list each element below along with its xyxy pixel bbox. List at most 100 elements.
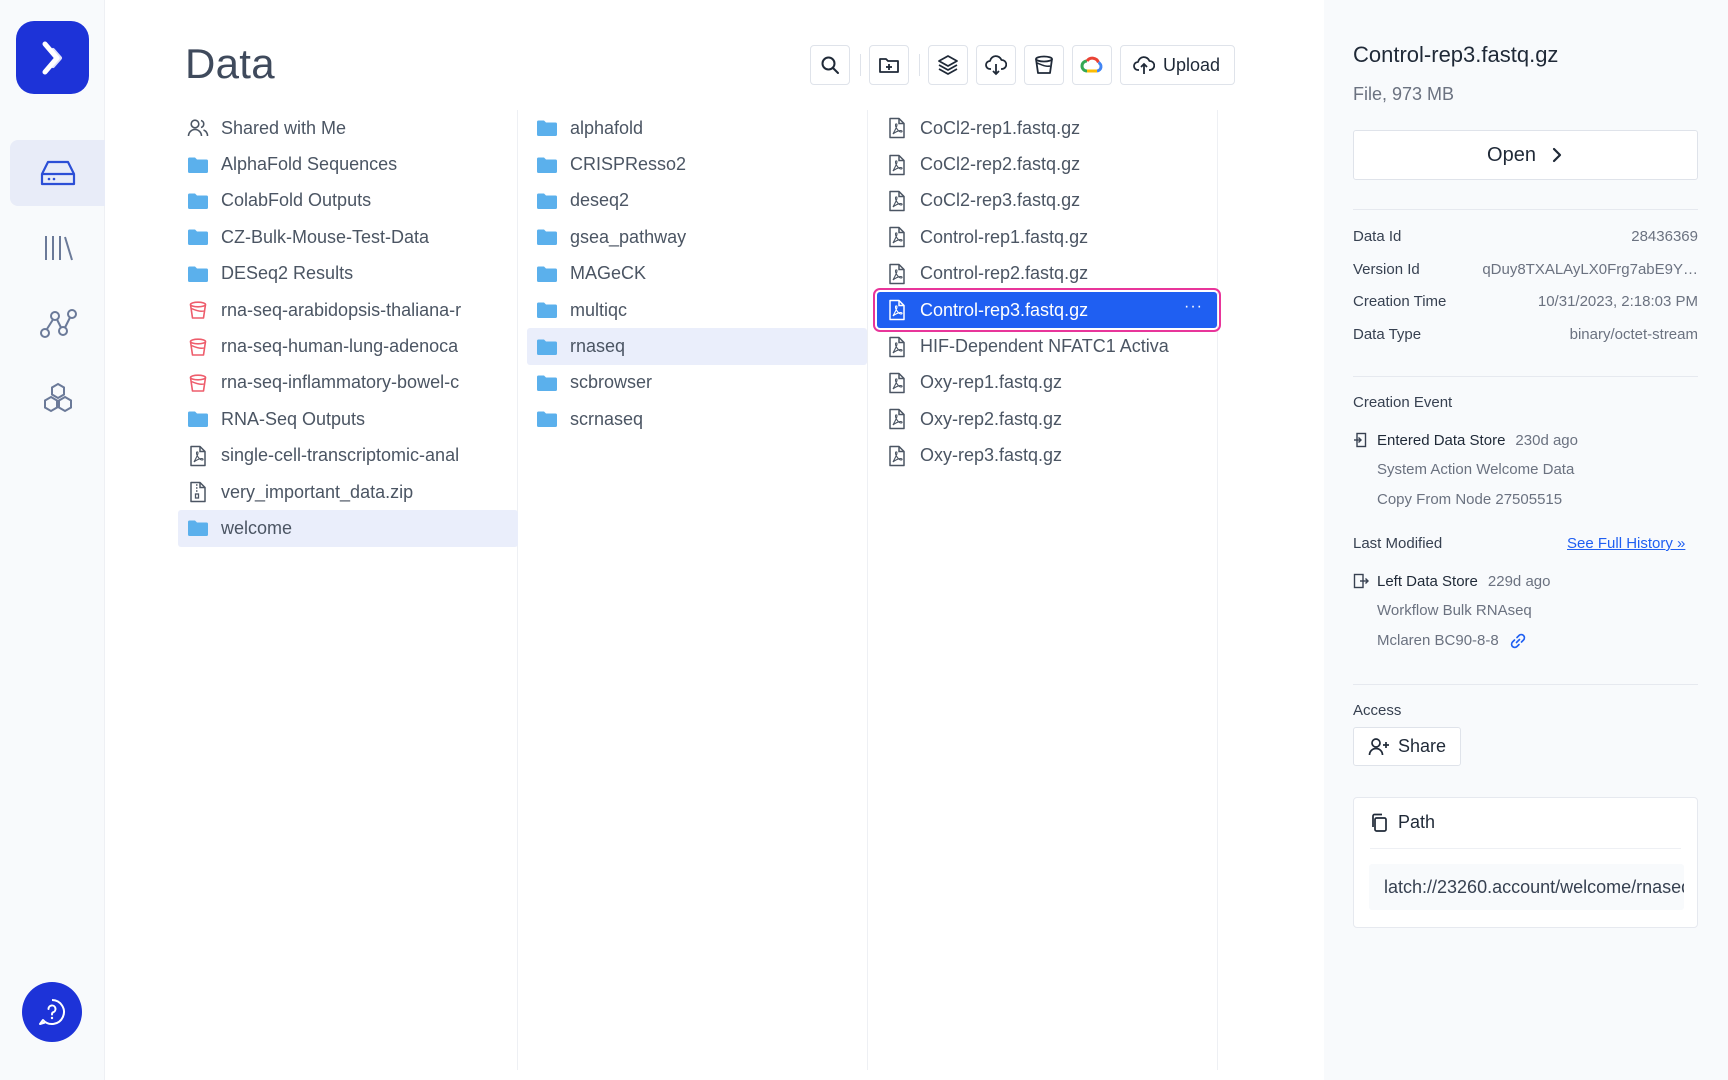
browser-row[interactable]: single-cell-transcriptomic-anal (178, 438, 518, 474)
divider (1370, 848, 1681, 849)
browser-row[interactable]: HIF-Dependent NFATC1 Activa (877, 328, 1217, 364)
browser-row[interactable]: Control-rep2.fastq.gz (877, 256, 1217, 292)
see-full-history-link[interactable]: See Full History » (1567, 535, 1685, 552)
detail-value: binary/octet-stream (1569, 326, 1698, 343)
browser-row[interactable]: ColabFold Outputs (178, 183, 518, 219)
browser-row[interactable]: scbrowser (527, 365, 867, 401)
open-label: Open (1487, 143, 1536, 166)
share-label: Share (1398, 736, 1447, 756)
browser-row[interactable]: rnaseq (527, 328, 867, 365)
open-button[interactable]: Open (1353, 130, 1698, 180)
last-modified-heading: Last Modified (1353, 535, 1443, 552)
browser-row[interactable]: AlphaFold Sequences (178, 146, 518, 182)
browser-row[interactable]: multiqc (527, 292, 867, 328)
detail-creation-time: Creation Time 10/31/2023, 2:18:03 PM (1353, 293, 1698, 310)
browser-row-label: Control-rep3.fastq.gz (920, 299, 1089, 320)
search-icon (821, 56, 839, 74)
folder-icon (187, 226, 209, 248)
drive-icon (40, 160, 75, 186)
search-button[interactable] (810, 45, 850, 85)
browser-row[interactable]: Oxy-rep3.fastq.gz (877, 438, 1217, 474)
new-folder-icon (879, 58, 899, 73)
upload-button[interactable]: Upload (1120, 45, 1236, 85)
browser-row[interactable]: RNA-Seq Outputs (178, 401, 518, 437)
cloud-download-button[interactable] (976, 45, 1016, 85)
bucket-button[interactable] (1024, 45, 1064, 85)
path-field[interactable]: latch://23260.account/welcome/rnaseq/Con… (1369, 864, 1684, 910)
browser-row-label: CoCl2-rep2.fastq.gz (920, 154, 1081, 175)
browser-row[interactable]: deseq2 (527, 183, 867, 219)
browser-row[interactable]: CoCl2-rep1.fastq.gz (877, 110, 1217, 146)
detail-key: Creation Time (1353, 293, 1447, 310)
new-folder-button[interactable] (869, 45, 909, 85)
last-modified-title: Left Data Store (1377, 572, 1478, 590)
browser-row[interactable]: Shared with Me (178, 110, 518, 146)
nav-library[interactable] (10, 215, 105, 281)
google-cloud-button[interactable] (1072, 45, 1112, 85)
nav-workflows[interactable] (10, 290, 105, 356)
browser-row[interactable]: rna-seq-arabidopsis-thaliana-r (178, 292, 518, 328)
folder-icon (536, 117, 558, 139)
browser-row[interactable]: Oxy-rep1.fastq.gz (877, 365, 1217, 401)
layers-button[interactable] (928, 45, 968, 85)
details-panel: Control-rep3.fastq.gz File, 973 MB Open … (1324, 0, 1728, 1080)
browser-row-label: DESeq2 Results (221, 263, 354, 284)
browser-row[interactable]: scrnaseq (527, 401, 867, 437)
detail-data-id: Data Id 28436369 (1353, 228, 1698, 245)
browser-row-label: rnaseq (570, 336, 626, 357)
folder-icon (187, 408, 209, 430)
browser-row-label: Oxy-rep2.fastq.gz (920, 408, 1063, 429)
share-button[interactable]: Share (1353, 727, 1462, 766)
browser-row[interactable]: very_important_data.zip (178, 474, 518, 510)
archive-file-icon (886, 117, 908, 139)
logo-mark-icon (42, 41, 62, 74)
browser-row[interactable]: DESeq2 Results (178, 256, 518, 292)
nav-rail (0, 0, 105, 1080)
browser-row[interactable]: Oxy-rep2.fastq.gz (877, 401, 1217, 437)
browser-row-label: rna-seq-human-lung-adenoca (221, 336, 459, 357)
detail-key: Data Id (1353, 228, 1402, 245)
link-icon[interactable] (1509, 632, 1527, 650)
last-modified-ago: 229d ago (1487, 572, 1551, 590)
browser-row[interactable]: gsea_pathway (527, 219, 867, 255)
copy-icon[interactable] (1370, 813, 1388, 833)
browser-row[interactable]: welcome (178, 510, 518, 547)
browser-row-label: CoCl2-rep1.fastq.gz (920, 117, 1081, 138)
last-modified-node: Mclaren BC90-8-8 (1377, 632, 1499, 649)
browser-row[interactable]: Control-rep3.fastq.gz ··· (873, 287, 1221, 333)
browser-row-label: alphafold (570, 117, 644, 138)
latch-logo[interactable] (16, 21, 89, 94)
browser-row[interactable]: MAGeCK (527, 256, 867, 292)
browser-row[interactable]: CoCl2-rep2.fastq.gz (877, 146, 1217, 182)
browser-row[interactable]: CRISPResso2 (527, 146, 867, 182)
browser-row-label: scrnaseq (570, 408, 644, 429)
upload-label: Upload (1163, 54, 1221, 75)
browser-row[interactable]: rna-seq-human-lung-adenoca (178, 328, 518, 364)
browser-row-label: Oxy-rep3.fastq.gz (920, 445, 1063, 466)
divider (1353, 684, 1698, 685)
creation-event-line: System Action Welcome Data (1377, 461, 1575, 478)
folder-icon (536, 336, 558, 358)
browser-row[interactable]: rna-seq-inflammatory-bowel-c (178, 365, 518, 401)
last-modified-line: Mclaren BC90-8-8 (1353, 626, 1698, 656)
pdf-file-icon (187, 445, 209, 467)
browser-row[interactable]: alphafold (527, 110, 867, 146)
more-options-icon[interactable]: ··· (1184, 298, 1203, 316)
molecule-icon (43, 382, 72, 413)
nav-molecules[interactable] (10, 365, 105, 431)
detail-key: Version Id (1353, 261, 1420, 278)
browser-row[interactable]: CoCl2-rep3.fastq.gz (877, 183, 1217, 219)
creation-event: Entered Data Store 230d ago System Actio… (1353, 425, 1698, 515)
detail-value[interactable]: 28436369 (1631, 228, 1698, 245)
last-modified-event: Left Data Store 229d ago Workflow Bulk R… (1353, 566, 1698, 656)
help-button[interactable] (22, 982, 82, 1042)
detail-value: 10/31/2023, 2:18:03 PM (1537, 293, 1698, 310)
browser-row[interactable]: CZ-Bulk-Mouse-Test-Data (178, 219, 518, 255)
nav-data[interactable] (10, 140, 105, 206)
detail-value[interactable]: qDuy8TXALAyLX0Frg7abE9Y… (1482, 261, 1698, 278)
creation-event-heading: Creation Event (1353, 394, 1453, 411)
access-heading: Access (1353, 702, 1402, 719)
pdf-file-icon (886, 336, 908, 358)
browser-row[interactable]: Control-rep1.fastq.gz (877, 219, 1217, 255)
folder-icon (536, 372, 558, 394)
